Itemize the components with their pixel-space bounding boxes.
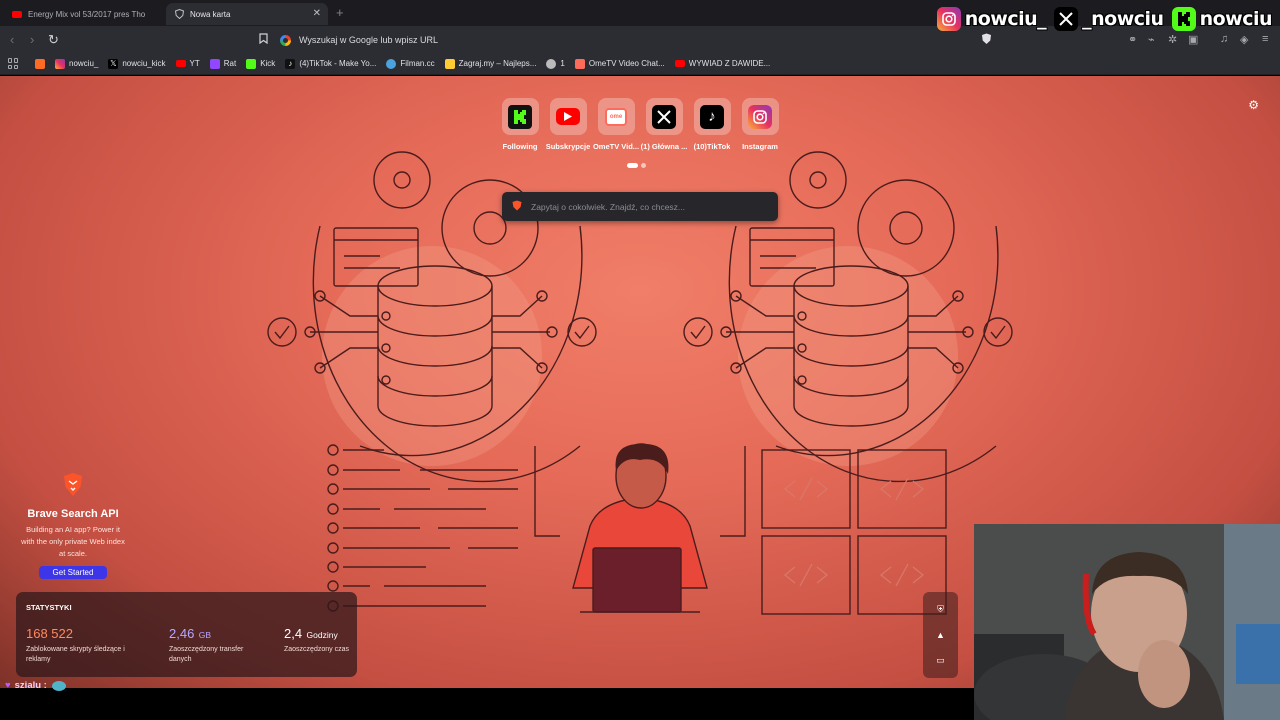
kick-icon: [501, 98, 539, 135]
bookmark-item[interactable]: 1: [546, 58, 565, 69]
heart-icon: ♥: [5, 680, 11, 691]
tiktok-icon: ♪: [285, 58, 296, 69]
bookmark-icon[interactable]: [259, 33, 268, 47]
x-icon: 𝕏: [108, 58, 119, 69]
youtube-icon: [175, 60, 186, 67]
bookmark-item[interactable]: Kick: [246, 58, 275, 69]
top-site-tile[interactable]: ♪ (10)TikTok: [688, 98, 736, 151]
bookmark-item[interactable]: Filman.cc: [386, 58, 435, 69]
address-bar[interactable]: Wyszukaj w Google lub wpisz URL: [280, 29, 1000, 51]
bookmark-item[interactable]: 𝕏 nowciu_kick: [108, 58, 166, 69]
close-tab-icon[interactable]: ✕: [313, 8, 321, 19]
stats-heading: STATYSTYKI: [26, 603, 72, 612]
tab-energy-mix[interactable]: Energy Mix vol 53/2017 pres Tho: [4, 3, 162, 25]
instagram-icon: [936, 7, 961, 31]
bookmark-item[interactable]: WYWIAD Z DAWIDE...: [674, 59, 770, 68]
search-ask-input[interactable]: Zapytaj o cokolwiek. Znajdź, co chcesz..…: [502, 192, 778, 221]
tab-title: Nowa karta: [190, 9, 231, 19]
top-sites-pager: [627, 163, 646, 168]
new-tab-button[interactable]: +: [336, 5, 344, 20]
overlay-kick: nowciu: [1171, 7, 1273, 31]
tab-new-tab[interactable]: Nowa karta ✕: [166, 3, 328, 25]
address-placeholder: Wyszukaj w Google lub wpisz URL: [299, 35, 438, 45]
x-icon: [1054, 7, 1079, 31]
brave-lion-icon: [62, 473, 84, 501]
stat-time: 2,4 Godziny Zaoszczędzony czas: [284, 626, 349, 653]
overlay-x: _nowciu: [1054, 7, 1164, 31]
get-started-button[interactable]: Get Started: [38, 566, 108, 579]
brave-shields-icon[interactable]: [981, 33, 992, 48]
shield-icon[interactable]: ⛨: [937, 604, 944, 615]
top-site-tile[interactable]: Following: [496, 98, 544, 151]
youtube-icon: [549, 98, 587, 135]
bookmark-item[interactable]: nowciu_: [55, 58, 98, 69]
side-widget-panel: ⛨ ▲ ▭: [923, 592, 958, 678]
stats-card: STATYSTYKI 168 522 Zablokowane skrypty ś…: [16, 592, 357, 677]
bookmark-item[interactable]: [35, 58, 49, 69]
brave-news-icon: [35, 58, 45, 69]
bookmark-item[interactable]: ♪ (4)TikTok - Make Yo...: [285, 58, 376, 69]
instagram-icon: [55, 58, 65, 69]
extensions-icon[interactable]: ✲: [1168, 33, 1177, 46]
top-site-tile[interactable]: (1) Główna ...: [640, 98, 688, 151]
warning-icon[interactable]: ▲: [936, 630, 945, 640]
forward-icon[interactable]: ›: [30, 32, 34, 47]
wallet-icon[interactable]: ⌁: [1148, 33, 1155, 46]
media-icon[interactable]: ♫: [1220, 33, 1228, 45]
brave-api-title: Brave Search API: [27, 508, 119, 520]
pager-dot[interactable]: [627, 163, 638, 168]
globe-icon: [546, 58, 557, 69]
top-site-tile[interactable]: Instagram: [736, 98, 784, 151]
brave-shield-icon: [174, 9, 184, 19]
social-overlay: nowciu_ _nowciu nowciu: [929, 4, 1273, 34]
stat-bandwidth: 2,46 GB Zaoszczędzony transfer danych: [169, 626, 244, 663]
google-icon: [280, 34, 291, 46]
shield-menu-icon[interactable]: ◈: [1240, 33, 1248, 46]
top-site-tile[interactable]: Subskrypcje: [544, 98, 592, 151]
youtube-icon: [12, 9, 22, 19]
bookmark-item[interactable]: Zagraj.my – Najleps...: [444, 58, 536, 69]
bookmarks-bar: nowciu_ 𝕏 nowciu_kick YT Rat Kick ♪ (4)T…: [0, 53, 1280, 75]
bookmark-item[interactable]: OmeTV Video Chat...: [574, 58, 665, 69]
top-site-tile[interactable]: ome OmeTV Vid...: [592, 98, 640, 151]
zagraj-icon: [444, 58, 455, 69]
reload-icon[interactable]: ↻: [48, 32, 59, 48]
webcam-image: [974, 524, 1280, 720]
brave-logo-icon: [512, 198, 522, 216]
customize-gear-icon[interactable]: ⚙: [1248, 98, 1259, 112]
card-icon[interactable]: ▭: [936, 655, 945, 666]
apps-grid-icon[interactable]: [8, 58, 19, 69]
chat-text: szialu :: [14, 680, 47, 691]
twitch-icon: [209, 58, 220, 69]
overlay-instagram: nowciu_: [936, 7, 1047, 31]
bookmark-item[interactable]: Rat: [209, 58, 236, 69]
search-placeholder: Zapytaj o cokolwiek. Znajdź, co chcesz..…: [531, 201, 686, 212]
youtube-icon: [674, 60, 685, 67]
menu-icon[interactable]: ≡: [1262, 33, 1268, 45]
top-sites: Following Subskrypcje ome OmeTV Vid... (…: [496, 98, 784, 151]
stat-trackers: 168 522 Zablokowane skrypty śledzące i r…: [26, 626, 125, 663]
brave-search-api-card: Brave Search API Building an AI app? Pow…: [20, 472, 126, 580]
vpn-icon[interactable]: ⚭: [1128, 33, 1137, 46]
x-icon: [645, 98, 683, 135]
brave-api-description: Building an AI app? Power it with the on…: [21, 525, 125, 558]
tab-title: Energy Mix vol 53/2017 pres Tho: [28, 9, 146, 19]
ometv-icon: [574, 58, 585, 69]
instagram-icon: [741, 98, 779, 135]
kick-icon: [1171, 7, 1196, 31]
bookmark-item[interactable]: YT: [175, 59, 200, 68]
bottom-bar: [0, 688, 974, 720]
tiktok-icon: ♪: [693, 98, 731, 135]
chat-message: ♥ szialu :: [5, 680, 66, 691]
ometv-icon: ome: [597, 98, 635, 135]
back-icon[interactable]: ‹: [10, 32, 14, 47]
pager-dot[interactable]: [641, 163, 646, 168]
sidebar-icon[interactable]: ▣: [1188, 33, 1198, 46]
webcam-overlay: [974, 524, 1280, 720]
filman-icon: [386, 58, 397, 69]
emote-icon: [51, 680, 66, 691]
kick-icon: [246, 58, 257, 69]
